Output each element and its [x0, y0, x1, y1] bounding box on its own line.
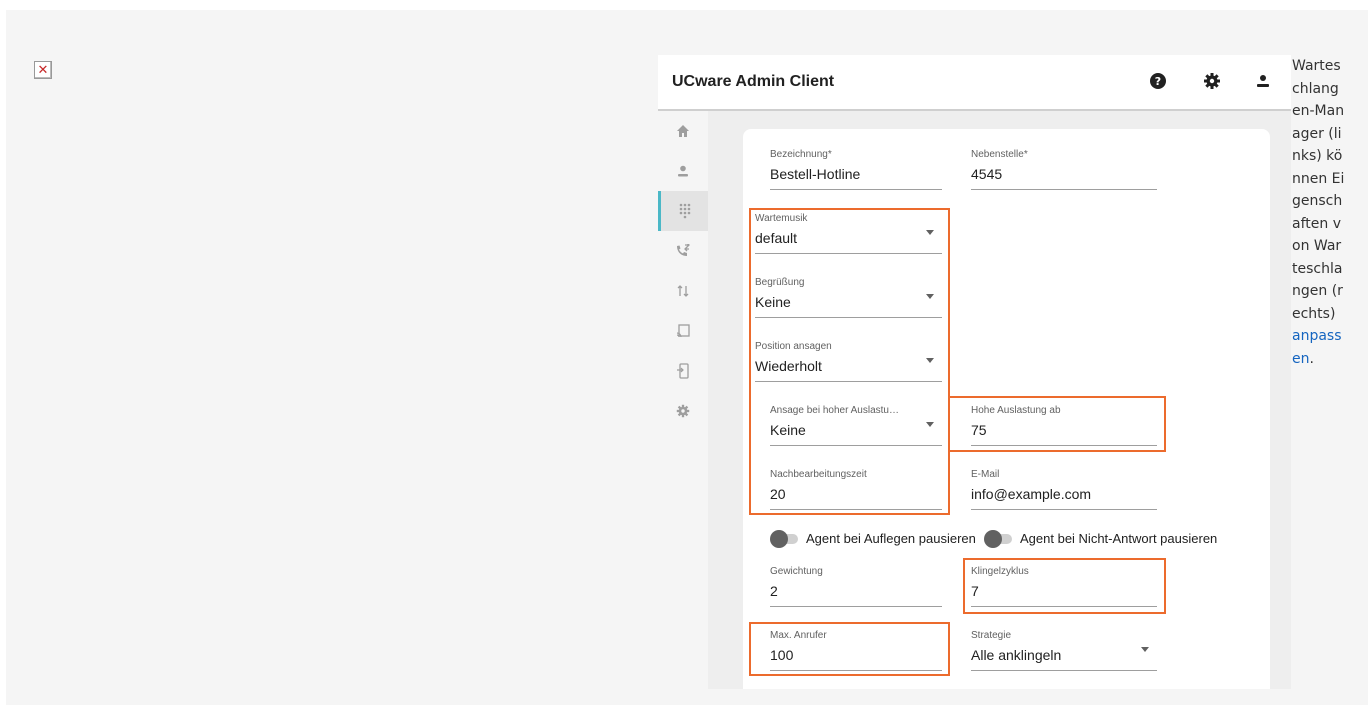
chevron-down-icon: [1141, 647, 1149, 652]
nachbearbeitungszeit-field[interactable]: Nachbearbeitungszeit 20: [770, 469, 942, 510]
email-field[interactable]: E-Mail info@example.com: [971, 469, 1157, 510]
user-icon: [678, 165, 688, 177]
dialpad-icon: [679, 203, 690, 219]
queue-form-card: Bezeichnung* Bestell-Hotline Nebenstelle…: [743, 129, 1270, 689]
sidebar-item-forwarding[interactable]: [658, 231, 708, 271]
sidebar: →: [658, 111, 708, 689]
chevron-down-icon: [926, 422, 934, 427]
sidebar-item-transfer[interactable]: [658, 271, 708, 311]
max-anrufer-field[interactable]: Max. Anrufer 100: [770, 630, 942, 671]
swap-vert-icon: [677, 285, 689, 297]
phone-device-icon: [677, 363, 689, 379]
sidebar-item-queues[interactable]: [658, 191, 708, 231]
broken-image-icon: ✕: [34, 61, 52, 79]
caption-text: Warteschlangen-Manager (links) können Ei…: [1292, 58, 1345, 367]
klingelzyklus-field[interactable]: Klingelzyklus 7: [971, 566, 1157, 607]
bezeichnung-field[interactable]: Bezeichnung* Bestell-Hotline: [770, 149, 942, 190]
sidebar-item-users[interactable]: [658, 151, 708, 191]
nebenstelle-field[interactable]: Nebenstelle* 4545: [971, 149, 1157, 190]
home-icon: [677, 125, 689, 137]
settings-icon[interactable]: [1202, 71, 1222, 91]
begruessung-select[interactable]: Begrüßung Keine: [755, 277, 942, 318]
sidebar-item-devices[interactable]: [658, 351, 708, 391]
chevron-down-icon: [926, 358, 934, 363]
chevron-down-icon: [926, 230, 934, 235]
help-icon[interactable]: ?: [1148, 71, 1168, 91]
ansage-hohe-auslastung-select[interactable]: Ansage bei hoher Auslastu… Keine: [770, 405, 942, 446]
sidebar-item-provisioning[interactable]: [658, 311, 708, 351]
wartemusik-select[interactable]: Wartemusik default: [755, 213, 942, 254]
sidebar-item-settings[interactable]: [658, 391, 708, 431]
cast-icon: [676, 324, 690, 338]
svg-text:?: ?: [1155, 75, 1161, 88]
admin-client-screenshot: UCware Admin Client ? Bezeichnung* Beste…: [658, 55, 1291, 689]
position-ansagen-select[interactable]: Position ansagen Wiederholt: [755, 341, 942, 382]
strategie-select[interactable]: Strategie Alle anklingeln: [971, 630, 1157, 671]
gear-icon: [676, 404, 690, 418]
app-bar: UCware Admin Client ?: [658, 55, 1291, 111]
anpassen-link[interactable]: anpassen: [1292, 328, 1342, 367]
chevron-down-icon: [926, 294, 934, 299]
toggle-auflegen-pausieren[interactable]: Agent bei Auflegen pausieren: [770, 529, 976, 548]
account-icon[interactable]: [1253, 71, 1273, 91]
call-forward-icon: [677, 244, 690, 256]
app-title: UCware Admin Client: [672, 73, 835, 90]
toggle-nicht-antwort-pausieren[interactable]: Agent bei Nicht-Antwort pausieren: [984, 529, 1217, 548]
gewichtung-field[interactable]: Gewichtung 2: [770, 566, 942, 607]
hohe-auslastung-field[interactable]: Hohe Auslastung ab 75: [971, 405, 1157, 446]
sidebar-item-home[interactable]: [658, 111, 708, 151]
